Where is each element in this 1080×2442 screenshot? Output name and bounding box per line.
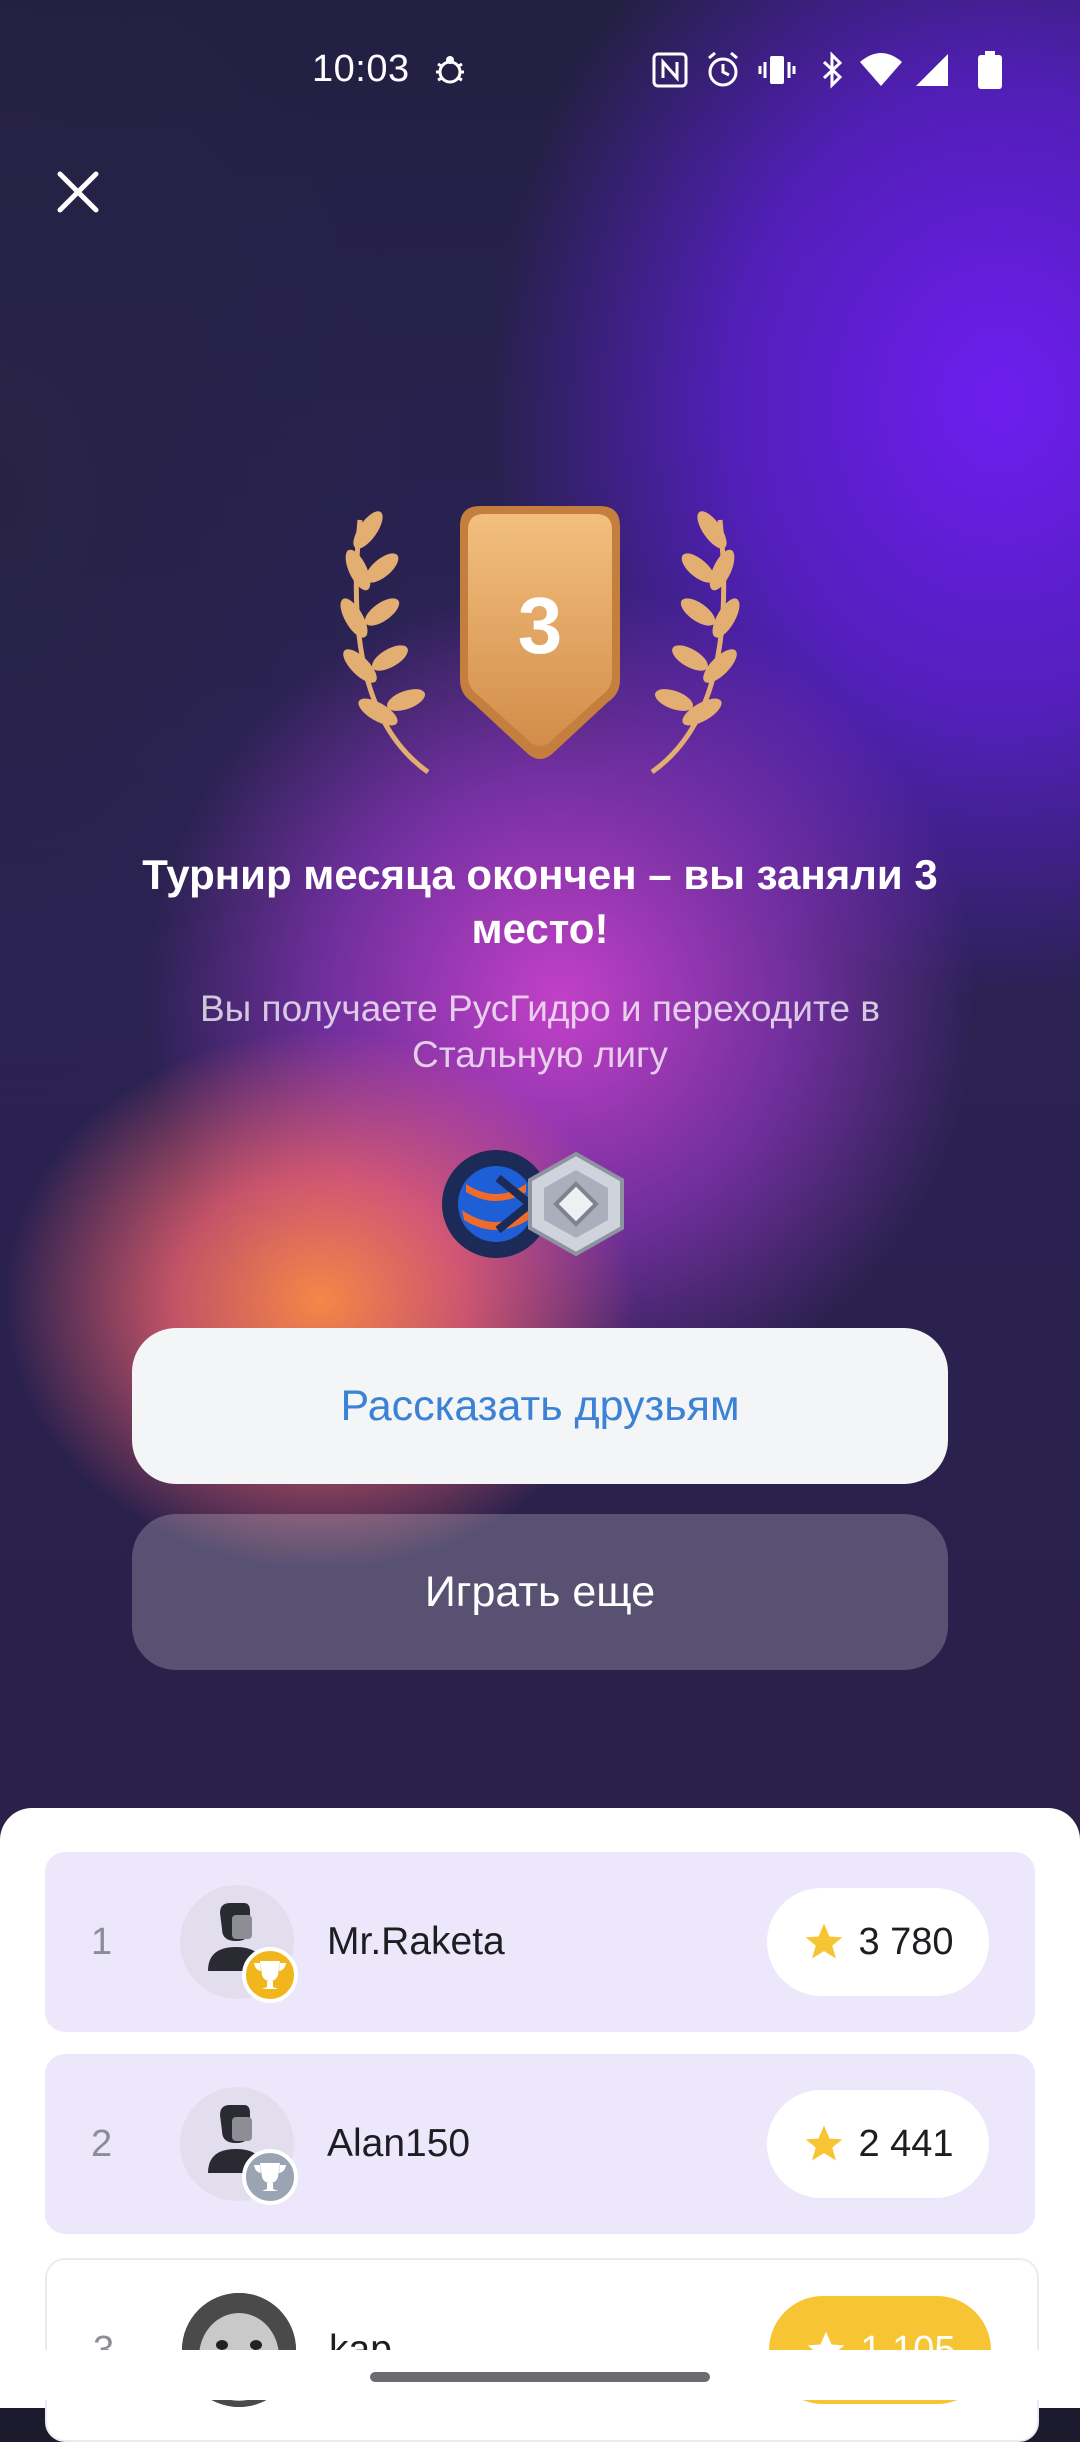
close-icon[interactable] bbox=[46, 160, 110, 224]
gold-trophy-icon bbox=[242, 1947, 298, 2003]
result-subtitle: Вы получаете РусГидро и переходите в Ста… bbox=[199, 988, 880, 1075]
leaderboard-row[interactable]: 1 Mr.Raketa 3 780 bbox=[45, 1852, 1035, 2032]
row-username: Mr.Raketa bbox=[327, 1920, 505, 1963]
bug-icon bbox=[436, 56, 464, 84]
avatar bbox=[180, 1885, 298, 2003]
signal-icon bbox=[916, 54, 948, 86]
alarm-icon bbox=[708, 51, 738, 87]
bluetooth-icon bbox=[822, 51, 843, 89]
battery-icon bbox=[978, 51, 1002, 89]
share-button[interactable]: Рассказать друзьям bbox=[132, 1328, 948, 1484]
play-again-button[interactable]: Играть еще bbox=[132, 1514, 948, 1670]
result-title: Турнир месяца окончен – вы заняли 3 мест… bbox=[142, 851, 938, 952]
leaderboard-sheet[interactable]: 1 Mr.Raketa 3 780 2 Alan150 2 441 bbox=[0, 1808, 1080, 2442]
leaderboard-row[interactable]: 2 Alan150 2 441 bbox=[45, 2054, 1035, 2234]
star-icon bbox=[806, 2125, 843, 2161]
status-bar: 10:03 bbox=[0, 40, 1080, 104]
laurel-right-icon bbox=[650, 511, 740, 775]
row-rank: 2 bbox=[91, 2123, 113, 2165]
silver-trophy-icon bbox=[242, 2149, 298, 2205]
rewards bbox=[442, 1150, 624, 1258]
place-number: 3 bbox=[517, 581, 563, 670]
score-pill: 3 780 bbox=[767, 1888, 989, 1996]
steel-league-icon bbox=[528, 1151, 624, 1257]
home-indicator[interactable] bbox=[370, 2372, 710, 2382]
avatar bbox=[180, 2087, 298, 2205]
row-username: Alan150 bbox=[327, 2122, 471, 2165]
score-value: 2 441 bbox=[858, 2122, 954, 2165]
wifi-icon bbox=[860, 53, 902, 86]
row-rank: 1 bbox=[91, 1921, 113, 1963]
nfc-icon bbox=[652, 52, 688, 88]
laurel-left-icon bbox=[340, 511, 430, 775]
score-value: 3 780 bbox=[858, 1920, 954, 1963]
star-icon bbox=[806, 1923, 843, 1959]
vibrate-icon bbox=[758, 56, 796, 84]
status-time: 10:03 bbox=[312, 48, 410, 90]
score-pill: 2 441 bbox=[767, 2090, 989, 2198]
